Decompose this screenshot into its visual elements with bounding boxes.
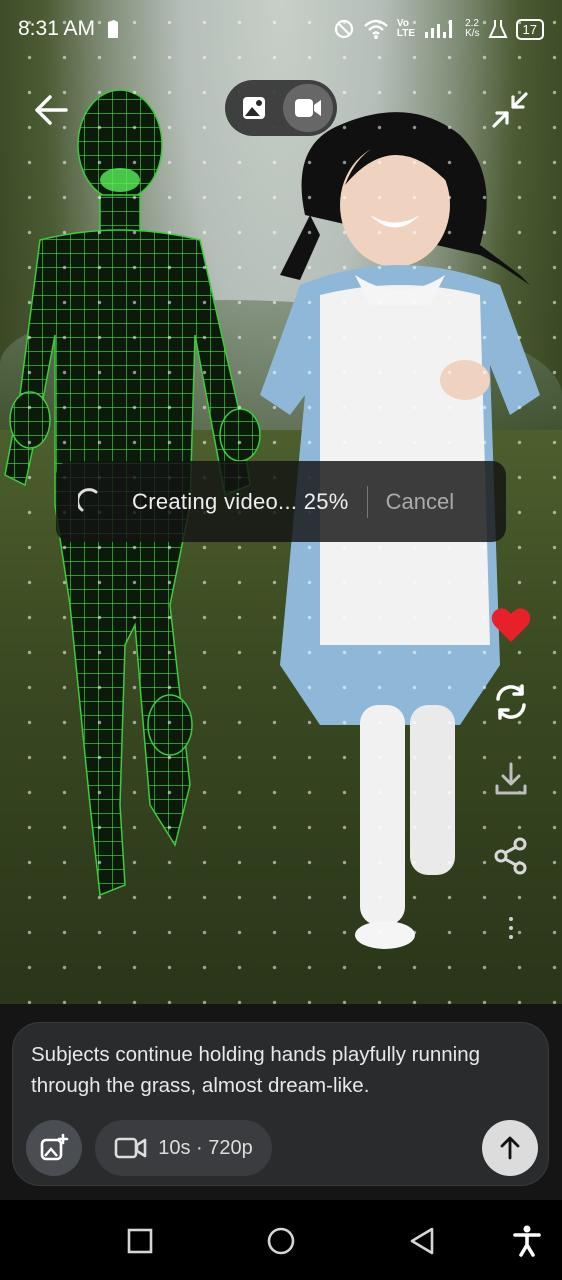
status-time: 8:31 AM bbox=[18, 17, 96, 40]
download-button[interactable] bbox=[486, 754, 536, 804]
volte-label: Vo LTE bbox=[396, 18, 416, 39]
cancel-button[interactable]: Cancel bbox=[386, 489, 454, 515]
add-image-button[interactable] bbox=[26, 1120, 82, 1176]
accessibility-icon bbox=[513, 1225, 541, 1257]
image-mode-button[interactable] bbox=[229, 84, 279, 132]
regenerate-icon bbox=[496, 684, 526, 720]
like-button[interactable] bbox=[486, 600, 536, 650]
regenerate-button[interactable] bbox=[486, 677, 536, 727]
net-speed: 2.2 K/s bbox=[465, 18, 480, 39]
generation-progress: Creating video... 25% Cancel bbox=[56, 461, 506, 542]
share-button[interactable] bbox=[486, 831, 536, 881]
circle-icon bbox=[267, 1227, 295, 1255]
send-button[interactable] bbox=[482, 1120, 538, 1176]
side-actions bbox=[486, 600, 536, 948]
top-bar bbox=[0, 80, 562, 140]
video-settings-chip[interactable]: 10s · 720p bbox=[95, 1120, 272, 1176]
add-image-icon bbox=[40, 1133, 69, 1161]
progress-label: Creating video... 25% bbox=[132, 488, 349, 514]
mode-toggle bbox=[225, 80, 337, 136]
system-nav-bar bbox=[0, 1200, 562, 1280]
signal-icon bbox=[425, 20, 453, 38]
collapse-arrows-icon bbox=[492, 92, 528, 128]
heart-icon bbox=[491, 608, 531, 642]
video-camera-icon bbox=[295, 99, 321, 117]
home-button[interactable] bbox=[264, 1224, 298, 1258]
back-nav-button[interactable] bbox=[405, 1224, 439, 1258]
recents-button[interactable] bbox=[123, 1224, 157, 1258]
triangle-back-icon bbox=[410, 1227, 434, 1255]
status-bar: 8:31 AM Vo LTE 2.2 K/s 17 bbox=[0, 0, 562, 58]
collapse-button[interactable] bbox=[488, 88, 532, 132]
divider bbox=[366, 485, 368, 518]
notification-icon bbox=[108, 20, 119, 38]
square-icon bbox=[127, 1228, 153, 1254]
spinner-icon bbox=[78, 487, 98, 511]
flask-icon bbox=[487, 20, 508, 38]
prompt-composer: Subjects continue holding hands playfull… bbox=[12, 1022, 549, 1186]
arrow-left-icon bbox=[35, 95, 68, 125]
composer-area: Subjects continue holding hands playfull… bbox=[0, 1004, 562, 1200]
accessibility-button[interactable] bbox=[510, 1224, 544, 1258]
wifi-icon bbox=[364, 19, 388, 39]
more-vertical-icon[interactable] bbox=[486, 908, 536, 948]
share-icon bbox=[494, 837, 527, 875]
back-button[interactable] bbox=[30, 88, 74, 132]
battery-indicator: 17 bbox=[515, 18, 544, 40]
video-mode-button[interactable] bbox=[283, 84, 333, 132]
video-camera-icon bbox=[114, 1137, 147, 1159]
image-icon bbox=[243, 97, 265, 119]
prompt-input[interactable]: Subjects continue holding hands playfull… bbox=[31, 1039, 521, 1101]
dnd-icon bbox=[334, 19, 354, 39]
download-icon bbox=[495, 762, 527, 795]
settings-chip-label: 10s · 720p bbox=[158, 1136, 253, 1159]
arrow-up-icon bbox=[500, 1136, 520, 1160]
